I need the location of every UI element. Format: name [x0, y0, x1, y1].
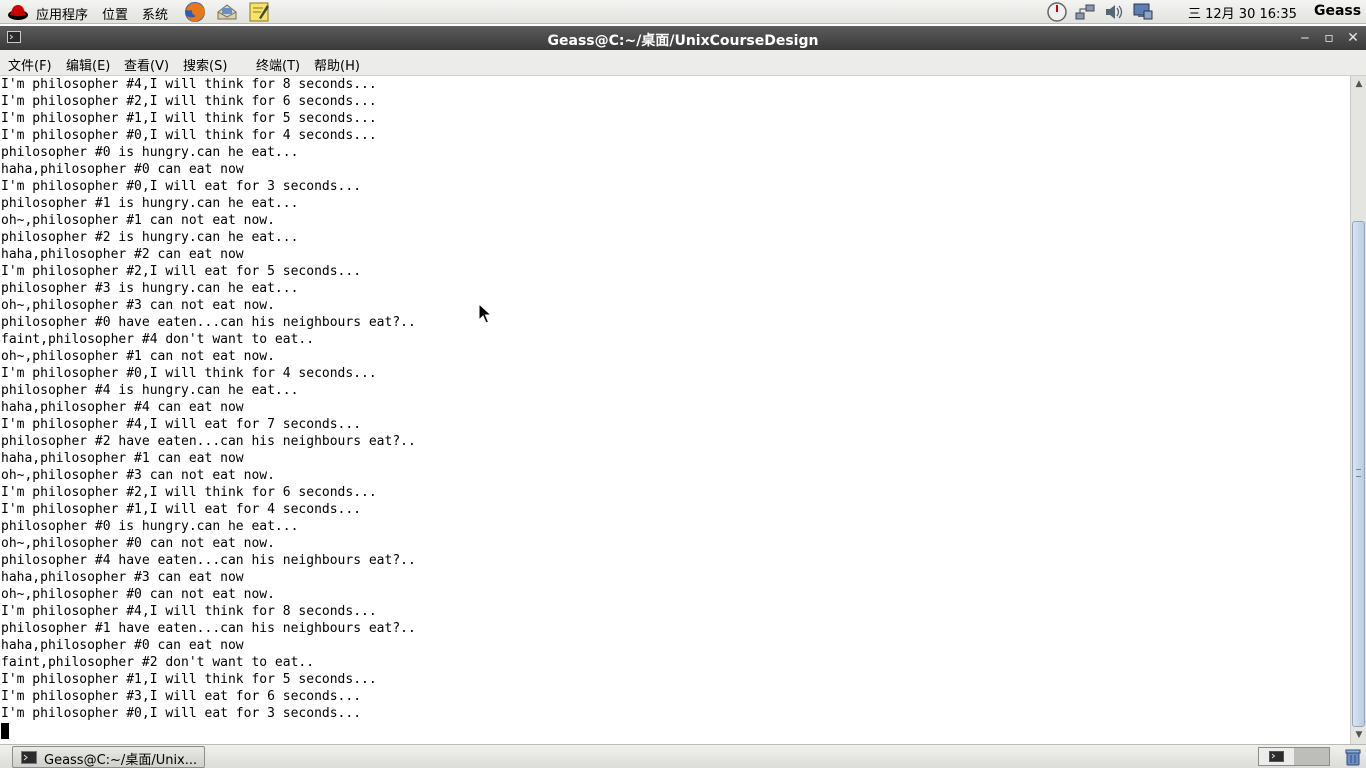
system-menu[interactable]: 系统 — [142, 4, 168, 23]
terminal-line: haha,philosopher #1 can eat now — [1, 451, 244, 466]
terminal-menubar: 文件(F) 编辑(E) 查看(V) 搜索(S) 终端(T) 帮助(H) — [0, 50, 1366, 76]
terminal-line: haha,philosopher #3 can eat now — [1, 570, 244, 585]
terminal-line: haha,philosopher #2 can eat now — [1, 247, 244, 262]
maximize-button[interactable]: ▫ — [1319, 28, 1339, 48]
menu-help[interactable]: 帮助(H) — [314, 55, 360, 74]
terminal-line: I'm philosopher #1,I will think for 5 se… — [1, 111, 377, 126]
terminal-line: philosopher #0 have eaten...can his neig… — [1, 315, 416, 330]
terminal-output[interactable]: I'm philosopher #4,I will think for 8 se… — [0, 76, 1350, 744]
terminal-line: I'm philosopher #0,I will eat for 3 seco… — [1, 179, 362, 194]
menu-search[interactable]: 搜索(S) — [183, 55, 227, 74]
terminal-line: philosopher #2 have eaten...can his neig… — [1, 434, 416, 449]
terminal-line: I'm philosopher #0,I will think for 4 se… — [1, 366, 377, 381]
terminal-line: philosopher #0 is hungry.can he eat... — [1, 145, 299, 160]
terminal-line: philosopher #4 is hungry.can he eat... — [1, 383, 299, 398]
terminal-line: I'm philosopher #4,I will think for 8 se… — [1, 77, 377, 92]
firefox-icon[interactable] — [183, 0, 207, 24]
terminal-line: oh~,philosopher #0 can not eat now. — [1, 536, 275, 551]
terminal-line: I'm philosopher #0,I will think for 4 se… — [1, 128, 377, 143]
panel-clock[interactable]: 三 12月 30 16:35 — [1188, 3, 1297, 22]
window-title: Geass@C:~/桌面/UnixCourseDesign — [547, 33, 819, 49]
clock-applet-icon[interactable] — [1046, 1, 1068, 23]
terminal-line: I'm philosopher #2,I will think for 6 se… — [1, 94, 377, 109]
bottom-panel: Geass@C:~/桌面/Unix... — [0, 744, 1366, 768]
menu-terminal[interactable]: 终端(T) — [256, 55, 300, 74]
workspace-switcher[interactable] — [1258, 747, 1330, 766]
menu-file[interactable]: 文件(F) — [8, 55, 52, 74]
scroll-down-icon[interactable]: ▼ — [1352, 728, 1366, 742]
workspace-switcher-icon — [1269, 751, 1284, 762]
terminal-line: I'm philosopher #3,I will eat for 6 seco… — [1, 689, 362, 704]
terminal-line: I'm philosopher #1,I will eat for 4 seco… — [1, 502, 362, 517]
terminal-line: faint,philosopher #4 don't want to eat.. — [1, 332, 315, 347]
text-cursor — [1, 723, 9, 739]
mouse-pointer-icon — [478, 303, 492, 324]
terminal-line: oh~,philosopher #3 can not eat now. — [1, 468, 275, 483]
terminal-line: haha,philosopher #0 can eat now — [1, 638, 244, 653]
terminal-line: oh~,philosopher #0 can not eat now. — [1, 587, 275, 602]
terminal-line: I'm philosopher #4,I will think for 8 se… — [1, 604, 377, 619]
terminal-line: philosopher #3 is hungry.can he eat... — [1, 281, 299, 296]
applications-menu[interactable]: 应用程序 — [36, 4, 88, 23]
terminal-line: philosopher #1 have eaten...can his neig… — [1, 621, 416, 636]
redhat-logo-icon[interactable] — [7, 2, 29, 22]
terminal-line: philosopher #4 have eaten...can his neig… — [1, 553, 416, 568]
terminal-line: I'm philosopher #0,I will eat for 3 seco… — [1, 706, 362, 721]
scroll-up-icon[interactable]: ▲ — [1352, 77, 1366, 91]
terminal-line: philosopher #2 is hungry.can he eat... — [1, 230, 299, 245]
menu-view[interactable]: 查看(V) — [124, 55, 169, 74]
terminal-line: I'm philosopher #2,I will eat for 5 seco… — [1, 264, 362, 279]
terminal-line: oh~,philosopher #1 can not eat now. — [1, 349, 275, 364]
terminal-line: philosopher #0 is hungry.can he eat... — [1, 519, 299, 534]
panel-user-name[interactable]: Geass — [1314, 3, 1361, 19]
terminal-line: oh~,philosopher #3 can not eat now. — [1, 298, 275, 313]
terminal-line: I'm philosopher #2,I will think for 6 se… — [1, 485, 377, 500]
notes-editor-icon[interactable] — [247, 0, 271, 24]
workspace-2[interactable] — [1294, 748, 1329, 765]
terminal-line: philosopher #1 is hungry.can he eat... — [1, 196, 299, 211]
trash-icon[interactable] — [1343, 747, 1363, 767]
display-icon[interactable] — [1132, 1, 1154, 23]
taskbar-terminal-button[interactable]: Geass@C:~/桌面/Unix... — [12, 746, 205, 768]
volume-icon[interactable] — [1103, 1, 1125, 23]
terminal-line: faint,philosopher #2 don't want to eat.. — [1, 655, 315, 670]
menu-edit[interactable]: 编辑(E) — [66, 55, 110, 74]
terminal-scrollbar[interactable]: ▲ ▼ — [1350, 76, 1366, 744]
network-icon[interactable] — [1074, 1, 1096, 23]
scrollbar-thumb[interactable] — [1352, 221, 1365, 727]
scroll-grip-icon — [1356, 469, 1361, 477]
terminal-icon — [21, 751, 37, 764]
terminal-line: I'm philosopher #1,I will think for 5 se… — [1, 672, 377, 687]
terminal-line: oh~,philosopher #1 can not eat now. — [1, 213, 275, 228]
minimize-button[interactable]: ‒ — [1295, 28, 1315, 48]
window-titlebar[interactable]: Geass@C:~/桌面/UnixCourseDesign ‒ ▫ ✕ — [0, 26, 1366, 50]
workspace-1[interactable] — [1259, 748, 1294, 765]
terminal-line: haha,philosopher #0 can eat now — [1, 162, 244, 177]
top-panel: 应用程序 位置 系统 三 12月 30 16:35 Geass — [0, 0, 1366, 24]
terminal-line: I'm philosopher #4,I will eat for 7 seco… — [1, 417, 362, 432]
taskbar-task-label: Geass@C:~/桌面/Unix... — [44, 753, 198, 768]
close-button[interactable]: ✕ — [1343, 28, 1363, 48]
terminal-line: haha,philosopher #4 can eat now — [1, 400, 244, 415]
places-menu[interactable]: 位置 — [102, 4, 128, 23]
mail-client-icon[interactable] — [215, 0, 239, 24]
